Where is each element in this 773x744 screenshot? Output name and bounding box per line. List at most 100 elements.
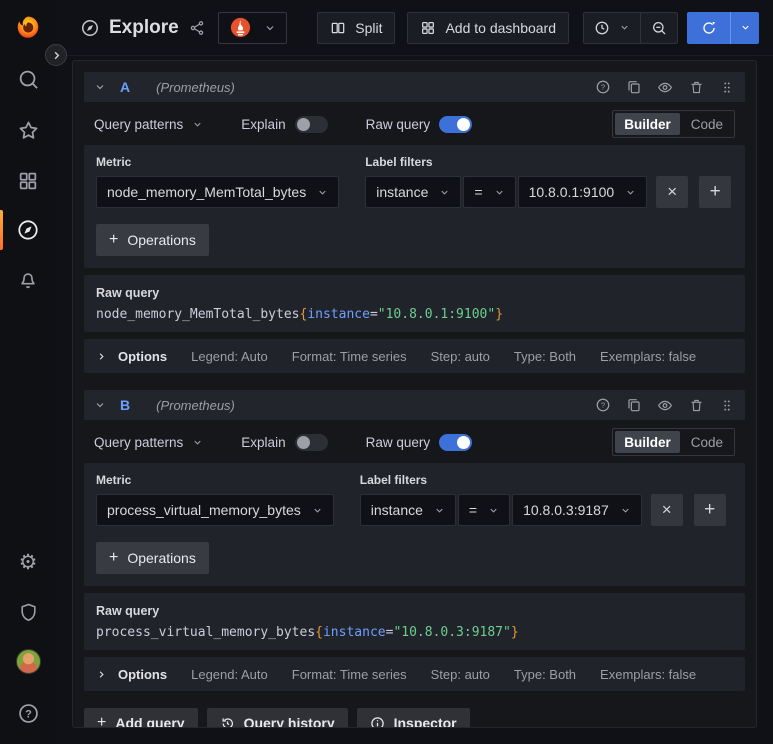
metric-select[interactable]: process_virtual_memory_bytes — [96, 494, 334, 526]
sidebar-expand-button[interactable] — [45, 44, 67, 66]
compass-icon — [15, 217, 41, 243]
label-filters-label: Label filters — [365, 155, 433, 169]
add-query-button[interactable]: + Add query — [84, 708, 198, 727]
toggle-knob — [457, 117, 471, 131]
add-filter-button[interactable]: + — [693, 494, 726, 526]
delete-query-trash-icon[interactable] — [688, 79, 704, 95]
toggle-knob — [296, 117, 310, 131]
sidebar-item-search[interactable] — [0, 66, 56, 92]
query-help-icon[interactable]: ? — [595, 397, 611, 413]
prometheus-logo-icon — [229, 16, 252, 39]
collapse-icon[interactable] — [94, 81, 106, 93]
run-query-button[interactable] — [687, 12, 730, 44]
builder-mode-button[interactable]: Builder — [615, 113, 680, 135]
sidebar-item-alerting[interactable] — [0, 267, 56, 293]
raw-query-toggle[interactable] — [439, 433, 473, 451]
share-icon[interactable] — [189, 20, 205, 36]
datasource-picker[interactable] — [217, 11, 287, 44]
chevron-down-icon — [194, 122, 201, 127]
promql-brace: } — [495, 307, 504, 322]
query-a-header[interactable]: A (Prometheus) ? — [84, 72, 745, 102]
add-operations-button[interactable]: + Operations — [96, 224, 209, 256]
query-patterns-dropdown[interactable]: Query patterns — [94, 117, 203, 132]
run-query-interval-button[interactable] — [731, 12, 759, 44]
chevron-down-icon — [434, 505, 445, 516]
option-type: Type: Both — [513, 666, 577, 682]
option-exemplars: Exemplars: false — [600, 666, 697, 682]
shield-icon — [15, 599, 41, 625]
sidebar-item-configuration[interactable]: ⚙ — [0, 549, 56, 575]
metric-select[interactable]: node_memory_MemTotal_bytes — [96, 176, 340, 208]
query-patterns-label: Query patterns — [94, 116, 184, 132]
time-picker-group — [583, 11, 678, 44]
query-options-toolbar: Query patterns Explain Raw query Builder… — [84, 420, 745, 463]
metric-label: Metric — [96, 155, 132, 169]
promql-metric: process_virtual_memory_bytes — [96, 625, 316, 640]
svg-text:?: ? — [25, 708, 32, 720]
chevron-down-icon — [740, 22, 751, 33]
sidebar-item-dashboards[interactable] — [0, 168, 56, 194]
option-exemplars: Exemplars: false — [600, 348, 697, 364]
sidebar-item-starred[interactable] — [0, 117, 56, 143]
chevron-down-icon — [194, 440, 201, 445]
user-avatar — [15, 648, 41, 674]
code-mode-button[interactable]: Code — [682, 113, 732, 135]
query-history-button[interactable]: Query history — [206, 708, 348, 727]
toggle-knob — [457, 435, 471, 449]
promql-brace: } — [510, 625, 519, 640]
delete-query-trash-icon[interactable] — [688, 397, 704, 413]
explain-toggle[interactable] — [294, 433, 328, 451]
add-operations-button[interactable]: + Operations — [96, 542, 209, 574]
remove-filter-button[interactable]: × — [656, 176, 689, 208]
remove-filter-button[interactable]: × — [650, 494, 683, 526]
drag-handle-icon[interactable] — [719, 79, 735, 95]
sidebar-item-home[interactable] — [0, 14, 56, 40]
disable-query-eye-icon[interactable] — [657, 79, 673, 95]
inspector-button[interactable]: Inspector — [356, 708, 470, 728]
promql-expression: process_virtual_memory_bytes{instance="1… — [96, 625, 733, 640]
add-to-dashboard-button[interactable]: Add to dashboard — [407, 11, 569, 44]
time-picker-button[interactable] — [584, 13, 640, 43]
query-help-icon[interactable]: ? — [595, 79, 611, 95]
query-row-a: A (Prometheus) ? Query patterns Explain … — [84, 72, 745, 373]
query-b-header[interactable]: B (Prometheus) ? — [84, 390, 745, 420]
sidebar-item-server-admin[interactable] — [0, 599, 56, 625]
options-toggle[interactable]: Options — [96, 349, 167, 364]
filter-value-select[interactable]: 10.8.0.3:9187 — [512, 494, 642, 526]
sidebar-item-profile[interactable] — [0, 648, 56, 674]
toggle-knob — [296, 435, 310, 449]
chevron-down-icon — [625, 187, 636, 198]
split-button[interactable]: Split — [317, 11, 396, 44]
filter-label-select[interactable]: instance — [365, 176, 462, 208]
promql-equals: = — [369, 307, 378, 322]
metric-field: Metric node_memory_MemTotal_bytes — [96, 155, 340, 208]
query-actions: ? — [595, 79, 735, 95]
filter-operator-select[interactable]: = — [457, 494, 511, 526]
filter-label-select[interactable]: instance — [359, 494, 456, 526]
zoom-out-button[interactable] — [641, 13, 677, 43]
plus-icon: + — [109, 549, 119, 566]
explain-toggle[interactable] — [294, 115, 328, 133]
split-icon — [330, 20, 346, 36]
disable-query-eye-icon[interactable] — [657, 397, 673, 413]
dashboards-grid-icon — [15, 168, 41, 194]
filter-label-value: instance — [376, 184, 429, 200]
builder-mode-button[interactable]: Builder — [615, 431, 680, 453]
options-toggle[interactable]: Options — [96, 667, 167, 682]
collapse-icon[interactable] — [94, 399, 106, 411]
raw-query-toggle[interactable] — [439, 115, 473, 133]
duplicate-query-icon[interactable] — [626, 79, 642, 95]
promql-brace: { — [315, 625, 323, 640]
duplicate-query-icon[interactable] — [626, 397, 642, 413]
filter-value-select[interactable]: 10.8.0.1:9100 — [517, 176, 648, 208]
drag-handle-icon[interactable] — [719, 397, 735, 413]
query-row-b: B (Prometheus) ? Query patterns Explain … — [84, 390, 745, 691]
query-footer-actions: + Add query Query history Inspector — [84, 708, 745, 728]
sidebar-item-help[interactable]: ? — [0, 700, 56, 726]
inspector-label: Inspector — [393, 715, 457, 728]
add-filter-button[interactable]: + — [699, 176, 732, 208]
filter-operator-select[interactable]: = — [463, 176, 516, 208]
code-mode-button[interactable]: Code — [682, 431, 732, 453]
query-patterns-dropdown[interactable]: Query patterns — [94, 435, 203, 450]
sidebar-item-explore[interactable] — [0, 210, 56, 250]
